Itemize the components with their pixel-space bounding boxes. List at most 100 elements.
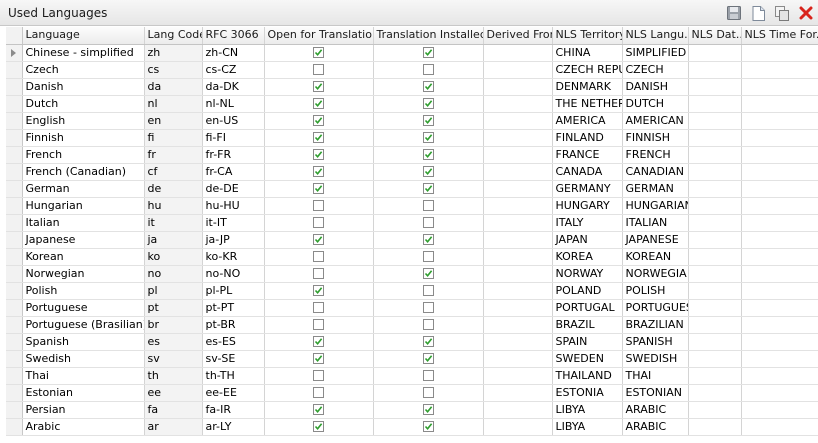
cell-nls-date[interactable] xyxy=(688,129,742,147)
row-selector[interactable] xyxy=(6,146,23,164)
delete-icon[interactable] xyxy=(798,5,814,21)
cell-nls-territory[interactable]: LIBYA xyxy=(552,418,623,436)
cell-language[interactable]: Thai xyxy=(22,367,145,385)
cell-lang-code[interactable]: ja xyxy=(144,231,203,249)
cell-language[interactable]: Estonian xyxy=(22,384,145,402)
cell-nls-date[interactable] xyxy=(688,95,742,113)
cell-nls-territory[interactable]: THE NETHER xyxy=(552,95,623,113)
cell-nls-time-format[interactable] xyxy=(741,282,818,300)
cell-derived-from[interactable] xyxy=(483,299,553,317)
cell-nls-language[interactable]: JAPANESE xyxy=(622,231,689,249)
cell-nls-territory[interactable]: POLAND xyxy=(552,282,623,300)
cell-nls-territory[interactable]: HUNGARY xyxy=(552,197,623,215)
table-row[interactable]: Polish pl pl-PL POLAND POLISH xyxy=(6,282,818,300)
cell-rfc-3066[interactable]: ee-EE xyxy=(202,384,265,402)
row-selector[interactable] xyxy=(6,418,23,436)
cell-nls-language[interactable]: GERMAN xyxy=(622,180,689,198)
row-selector[interactable] xyxy=(6,180,23,198)
row-selector[interactable] xyxy=(6,299,23,317)
row-selector[interactable] xyxy=(6,61,23,79)
table-row[interactable]: Thai th th-TH THAILAND THAI xyxy=(6,367,818,385)
row-selector[interactable] xyxy=(6,282,23,300)
cell-nls-time-format[interactable] xyxy=(741,299,818,317)
cell-nls-territory[interactable]: CANADA xyxy=(552,163,623,181)
checkbox[interactable] xyxy=(422,319,434,330)
cell-nls-date[interactable] xyxy=(688,384,742,402)
cell-lang-code[interactable]: fa xyxy=(144,401,203,419)
checkbox[interactable] xyxy=(313,98,324,109)
cell-nls-date[interactable] xyxy=(688,333,742,351)
cell-rfc-3066[interactable]: nl-NL xyxy=(202,95,265,113)
cell-derived-from[interactable] xyxy=(483,248,553,266)
cell-nls-language[interactable]: THAI xyxy=(622,367,689,385)
checkbox[interactable] xyxy=(422,47,434,58)
row-selector[interactable] xyxy=(6,112,23,130)
cell-rfc-3066[interactable]: zh-CN xyxy=(202,44,265,62)
cell-nls-date[interactable] xyxy=(688,282,742,300)
table-row[interactable]: German de de-DE GERMANY GERMAN xyxy=(6,180,818,198)
cell-nls-time-format[interactable] xyxy=(741,316,818,334)
cell-nls-language[interactable]: ARABIC xyxy=(622,418,689,436)
cell-rfc-3066[interactable]: hu-HU xyxy=(202,197,265,215)
cell-nls-language[interactable]: SWEDISH xyxy=(622,350,689,368)
cell-nls-date[interactable] xyxy=(688,350,742,368)
row-selector[interactable] xyxy=(6,214,23,232)
cell-nls-language[interactable]: SIMPLIFIED xyxy=(622,44,689,62)
cell-nls-language[interactable]: ARABIC xyxy=(622,401,689,419)
cell-lang-code[interactable]: cf xyxy=(144,163,203,181)
checkbox[interactable] xyxy=(313,149,324,160)
cell-lang-code[interactable]: es xyxy=(144,333,203,351)
checkbox[interactable] xyxy=(313,166,324,177)
column-header-nls-time-format[interactable]: NLS Time For... xyxy=(741,27,818,45)
cell-derived-from[interactable] xyxy=(483,367,553,385)
cell-derived-from[interactable] xyxy=(483,333,553,351)
cell-nls-time-format[interactable] xyxy=(741,129,818,147)
checkbox[interactable] xyxy=(313,81,324,92)
cell-language[interactable]: English xyxy=(22,112,145,130)
cell-lang-code[interactable]: zh xyxy=(144,44,203,62)
cell-rfc-3066[interactable]: ko-KR xyxy=(202,248,265,266)
cell-nls-territory[interactable]: FRANCE xyxy=(552,146,623,164)
checkbox[interactable] xyxy=(422,234,434,245)
cell-language[interactable]: Hungarian xyxy=(22,197,145,215)
row-selector[interactable] xyxy=(6,350,23,368)
table-row[interactable]: English en en-US AMERICA AMERICAN xyxy=(6,112,818,130)
cell-rfc-3066[interactable]: ja-JP xyxy=(202,231,265,249)
cell-nls-date[interactable] xyxy=(688,418,742,436)
cell-nls-date[interactable] xyxy=(688,299,742,317)
cell-rfc-3066[interactable]: pl-PL xyxy=(202,282,265,300)
row-selector[interactable] xyxy=(6,265,23,283)
cell-nls-time-format[interactable] xyxy=(741,44,818,62)
column-header-rfc-3066[interactable]: RFC 3066 xyxy=(202,27,265,45)
checkbox[interactable] xyxy=(422,404,434,415)
cell-nls-date[interactable] xyxy=(688,197,742,215)
cell-derived-from[interactable] xyxy=(483,265,553,283)
checkbox[interactable] xyxy=(422,183,434,194)
column-header-derived-from[interactable]: Derived From xyxy=(483,27,553,45)
checkbox[interactable] xyxy=(422,217,434,228)
cell-nls-territory[interactable]: SWEDEN xyxy=(552,350,623,368)
cell-language[interactable]: French xyxy=(22,146,145,164)
cell-lang-code[interactable]: ko xyxy=(144,248,203,266)
row-selector[interactable] xyxy=(6,231,23,249)
table-row[interactable]: French (Canadian) cf fr-CA CANADA CANADIAN F xyxy=(6,163,818,181)
cell-language[interactable]: Persian xyxy=(22,401,145,419)
cell-nls-language[interactable]: CZECH xyxy=(622,61,689,79)
cell-nls-territory[interactable]: SPAIN xyxy=(552,333,623,351)
cell-derived-from[interactable] xyxy=(483,78,553,96)
cell-nls-language[interactable]: SPANISH xyxy=(622,333,689,351)
cell-nls-date[interactable] xyxy=(688,180,742,198)
cell-derived-from[interactable] xyxy=(483,401,553,419)
checkbox[interactable] xyxy=(313,47,324,58)
cell-language[interactable]: Czech xyxy=(22,61,145,79)
column-header-open-for-translation[interactable]: Open for Translation xyxy=(264,27,374,45)
cell-nls-date[interactable] xyxy=(688,112,742,130)
cell-nls-time-format[interactable] xyxy=(741,146,818,164)
cell-lang-code[interactable]: th xyxy=(144,367,203,385)
cell-derived-from[interactable] xyxy=(483,418,553,436)
cell-nls-time-format[interactable] xyxy=(741,350,818,368)
row-selector[interactable] xyxy=(6,163,23,181)
cell-language[interactable]: Dutch xyxy=(22,95,145,113)
cell-lang-code[interactable]: nl xyxy=(144,95,203,113)
cell-rfc-3066[interactable]: ar-LY xyxy=(202,418,265,436)
